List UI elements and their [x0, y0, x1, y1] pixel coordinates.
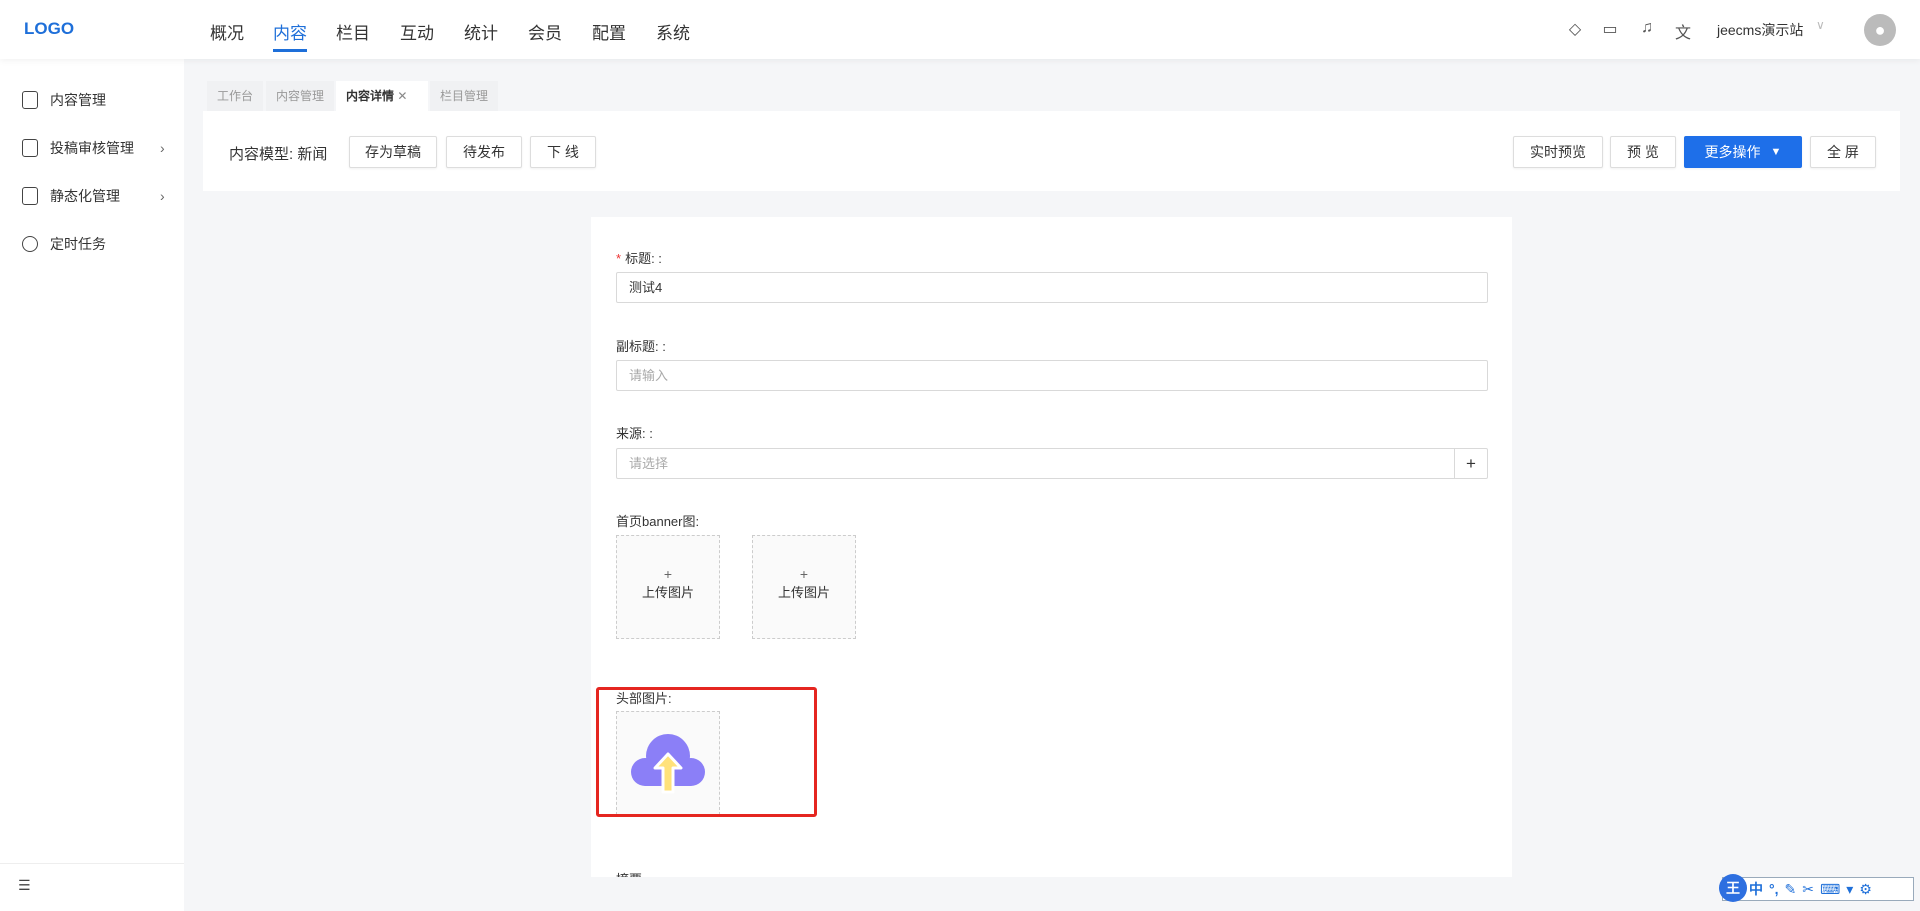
fullscreen-button[interactable]: 全 屏: [1810, 136, 1876, 168]
scissors-icon[interactable]: ✂: [1802, 881, 1814, 898]
keyboard-icon[interactable]: ⌨: [1820, 881, 1840, 898]
chevron-down-icon[interactable]: ∨: [1816, 18, 1825, 32]
chevron-right-icon: ›: [160, 140, 165, 156]
static-page-icon: [22, 187, 38, 205]
pen-icon[interactable]: ✎: [1785, 881, 1797, 898]
sidebar-item-scheduled-tasks[interactable]: 定时任务: [0, 224, 184, 264]
nav-member[interactable]: 会员: [528, 19, 562, 44]
title-input[interactable]: 测试4: [616, 272, 1488, 303]
toolbar: 内容模型: 新闻 存为草稿 待发布 下 线 实时预览 预 览 更多操作 ▼ 全 屏: [203, 111, 1900, 191]
subtitle-input[interactable]: 请输入: [616, 360, 1488, 391]
source-label: 来源: :: [616, 426, 653, 441]
divider: [0, 863, 184, 864]
shirt-icon[interactable]: ▾: [1846, 881, 1853, 898]
pending-publish-button[interactable]: 待发布: [446, 136, 522, 168]
nav-column[interactable]: 栏目: [336, 19, 370, 44]
sidebar-item-label: 内容管理: [50, 92, 106, 108]
offline-button[interactable]: 下 线: [530, 136, 596, 168]
tab-label: 内容详情: [346, 89, 395, 103]
ime-toolbar[interactable]: 王 中 °, ✎ ✂ ⌨ ▾ ⚙: [1719, 874, 1914, 902]
sidebar-item-label: 静态化管理: [50, 188, 120, 204]
banner-upload-1[interactable]: + 上传图片: [616, 535, 720, 639]
source-placeholder: 请选择: [629, 456, 669, 471]
more-actions-label: 更多操作: [1704, 144, 1761, 160]
highlight-box: [596, 687, 817, 817]
content-model-value: 新闻: [297, 146, 328, 163]
live-preview-button[interactable]: 实时预览: [1513, 136, 1603, 168]
ime-chinese-mode[interactable]: 中: [1749, 879, 1763, 899]
logo[interactable]: LOGO: [24, 19, 74, 39]
required-mark: *: [616, 251, 622, 266]
sidebar-item-submission-review[interactable]: 投稿审核管理 ›: [0, 128, 184, 168]
ime-logo[interactable]: 王: [1719, 874, 1747, 902]
subtitle-label: 副标题: :: [616, 339, 666, 354]
banner-upload-2[interactable]: + 上传图片: [752, 535, 856, 639]
source-select[interactable]: 请选择 +: [616, 448, 1488, 479]
top-header: LOGO 概况 内容 栏目 互动 统计 会员 配置 系统 ◇ ▭ ♫ 文 jee…: [0, 0, 1920, 59]
upload-label: 上传图片: [777, 585, 830, 600]
nav-statistics[interactable]: 统计: [464, 19, 498, 44]
content-model-label: 内容模型:: [229, 146, 294, 163]
chevron-down-icon: ▼: [1770, 146, 1782, 158]
ime-punctuation[interactable]: °,: [1769, 881, 1779, 897]
upload-label: 上传图片: [641, 585, 694, 600]
close-icon[interactable]: ✕: [397, 89, 407, 103]
collapse-menu-icon[interactable]: ☰: [18, 877, 31, 894]
tab-workbench[interactable]: 工作台: [207, 81, 264, 111]
nav-config[interactable]: 配置: [592, 19, 626, 44]
tab-content-detail[interactable]: 内容详情 ✕: [336, 81, 428, 111]
sidebar-item-label: 定时任务: [50, 236, 106, 252]
tab-content-management[interactable]: 内容管理: [266, 81, 335, 111]
more-actions-button[interactable]: 更多操作 ▼: [1684, 136, 1802, 168]
sidebar: 内容管理 投稿审核管理 › 静态化管理 › 定时任务 ☰: [0, 59, 184, 911]
chevron-right-icon: ›: [160, 188, 165, 204]
nav-overview[interactable]: 概况: [210, 19, 244, 44]
content-model: 内容模型: 新闻: [229, 143, 327, 164]
preview-button[interactable]: 预 览: [1610, 136, 1676, 168]
site-selector[interactable]: jeecms演示站: [1717, 20, 1803, 40]
sidebar-item-static[interactable]: 静态化管理 ›: [0, 176, 184, 216]
document-icon: [22, 91, 38, 109]
plus-icon: +: [799, 566, 809, 582]
summary-label: 摘要: [616, 869, 642, 877]
bell-icon[interactable]: ♫: [1637, 19, 1657, 39]
gear-icon[interactable]: ⚙: [1859, 881, 1872, 898]
avatar[interactable]: ●: [1864, 14, 1896, 46]
review-icon: [22, 139, 38, 157]
theme-icon[interactable]: ◇: [1565, 19, 1585, 39]
nav-interaction[interactable]: 互动: [400, 19, 434, 44]
sidebar-item-label: 投稿审核管理: [50, 140, 134, 156]
nav-content[interactable]: 内容: [273, 19, 307, 52]
save-draft-button[interactable]: 存为草稿: [349, 136, 437, 168]
banner-label: 首页banner图:: [616, 514, 700, 529]
monitor-icon[interactable]: ▭: [1600, 19, 1620, 39]
nav-system[interactable]: 系统: [656, 19, 690, 44]
plus-icon: +: [663, 566, 673, 582]
translate-icon[interactable]: 文: [1673, 19, 1693, 42]
add-source-button[interactable]: +: [1454, 449, 1487, 478]
clock-icon: [22, 236, 38, 252]
title-label-text: 标题: :: [625, 251, 662, 266]
tab-column-management[interactable]: 栏目管理: [430, 81, 499, 111]
sidebar-item-content-management[interactable]: 内容管理: [0, 80, 184, 120]
title-label: * 标题: :: [616, 248, 662, 267]
